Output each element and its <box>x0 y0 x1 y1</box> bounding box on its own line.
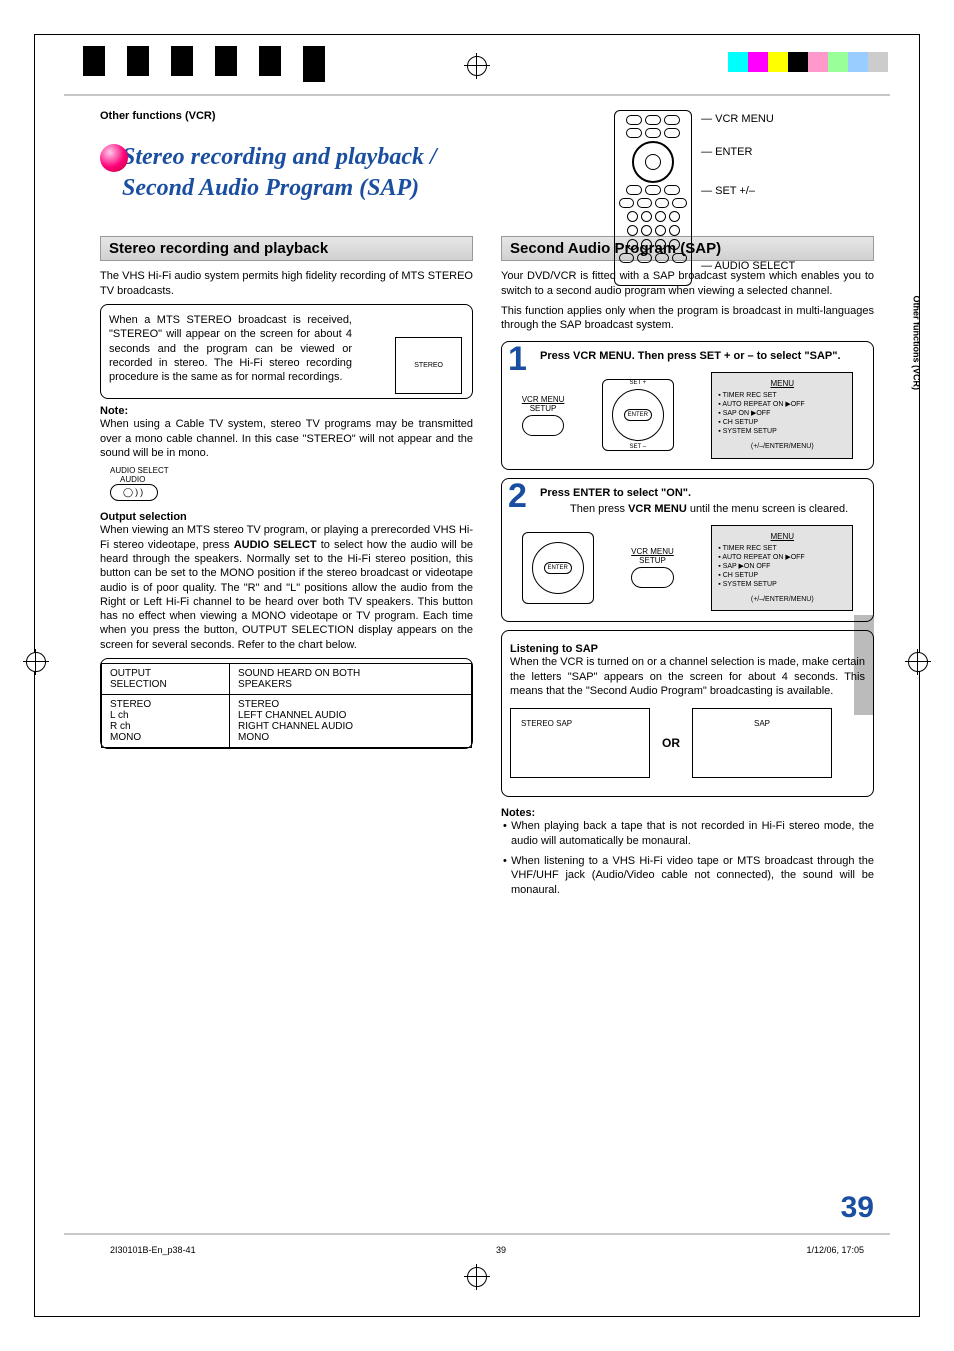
output-table-wrap: OUTPUTSELECTION SOUND HEARD ON BOTHSPEAK… <box>100 658 473 749</box>
audio-icon: ◯)) <box>110 484 158 501</box>
red-sphere-icon <box>100 144 128 172</box>
vcr-menu-button-label-2: VCR MENU SETUP <box>631 547 674 588</box>
print-swatches-left <box>83 46 325 82</box>
or-label: OR <box>662 736 680 750</box>
step-2: 2 Press ENTER to select "ON". Then press… <box>501 478 874 623</box>
note-heading: Note: <box>100 405 473 417</box>
footer-left: 2I30101B-En_p38-41 <box>110 1245 196 1255</box>
footer-right: 1/12/06, 17:05 <box>806 1245 864 1255</box>
osd-menu-2: MENU ▪ TIMER REC SET ▪ AUTO REPEAT ON ▶O… <box>711 525 853 612</box>
sap-screen-1: STEREO SAP <box>510 708 650 778</box>
page-number: 39 <box>841 1191 874 1225</box>
sap-screen-2: SAP <box>692 708 832 778</box>
footer-mid: 39 <box>496 1245 506 1255</box>
step-2-number: 2 <box>508 477 527 516</box>
stereo-box-text: When a MTS STEREO broadcast is received,… <box>109 313 352 384</box>
audio-word: AUDIO <box>120 475 473 484</box>
output-selection-heading: Output selection <box>100 511 473 523</box>
vcr-menu-button-label: VCR MENU SETUP <box>522 395 565 436</box>
step-1: 1 Press VCR MENU. Then press SET + or – … <box>501 341 874 470</box>
remote-label-vcr-menu: VCR MENU <box>715 113 774 125</box>
dpad-diagram: ENTER SET + SET – <box>602 379 674 451</box>
listening-heading: Listening to SAP <box>510 643 865 655</box>
stereo-box: When a MTS STEREO broadcast is received,… <box>100 304 473 399</box>
listening-body: When the VCR is turned on or a channel s… <box>510 655 865 698</box>
remote-label-audio-select: AUDIO SELECT <box>715 260 796 272</box>
step-2-text: Press ENTER to select "ON". <box>540 487 865 499</box>
print-swatches-right <box>728 52 888 72</box>
remote-label-enter: ENTER <box>715 146 752 158</box>
side-tab-label: Other functions (VCR) <box>911 296 921 391</box>
step-2-subtext: Then press VCR MENU until the menu scree… <box>570 503 865 515</box>
osd-menu-1: MENU ▪ TIMER REC SET ▪ AUTO REPEAT ON ▶O… <box>711 372 853 459</box>
notes-heading: Notes: <box>501 807 874 819</box>
step-1-number: 1 <box>508 340 527 379</box>
audio-select-button-diagram: AUDIO SELECT AUDIO ◯)) <box>110 466 473 501</box>
section-stereo-recording: Stereo recording and playback <box>100 236 473 261</box>
remote-label-set: SET +/– <box>715 185 755 197</box>
step-1-text: Press VCR MENU. Then press SET + or – to… <box>540 350 865 362</box>
stereo-intro: The VHS Hi-Fi audio system permits high … <box>100 269 473 298</box>
remote-control-diagram: — VCR MENU — ENTER — SET +/– — AUDIO SEL… <box>614 110 864 286</box>
listening-sap-box: Listening to SAP When the VCR is turned … <box>501 630 874 797</box>
dpad-diagram-2: ENTER <box>522 532 594 604</box>
output-selection-table: OUTPUTSELECTION SOUND HEARD ON BOTHSPEAK… <box>101 663 472 748</box>
stereo-indicator: STEREO <box>395 337 462 394</box>
title-line-1: Stereo recording and playback / <box>122 144 437 170</box>
title-line-2: Second Audio Program (SAP) <box>122 175 419 201</box>
note-body: When using a Cable TV system, stereo TV … <box>100 417 473 460</box>
note-2: • When listening to a VHS Hi-Fi video ta… <box>501 854 874 897</box>
sap-intro-2: This function applies only when the prog… <box>501 304 874 333</box>
note-1: • When playing back a tape that is not r… <box>501 819 874 848</box>
audio-select-caption: AUDIO SELECT <box>110 466 473 475</box>
output-selection-body: When viewing an MTS stereo TV program, o… <box>100 523 473 652</box>
footer-meta: 2I30101B-En_p38-41 39 1/12/06, 17:05 <box>100 1245 874 1255</box>
